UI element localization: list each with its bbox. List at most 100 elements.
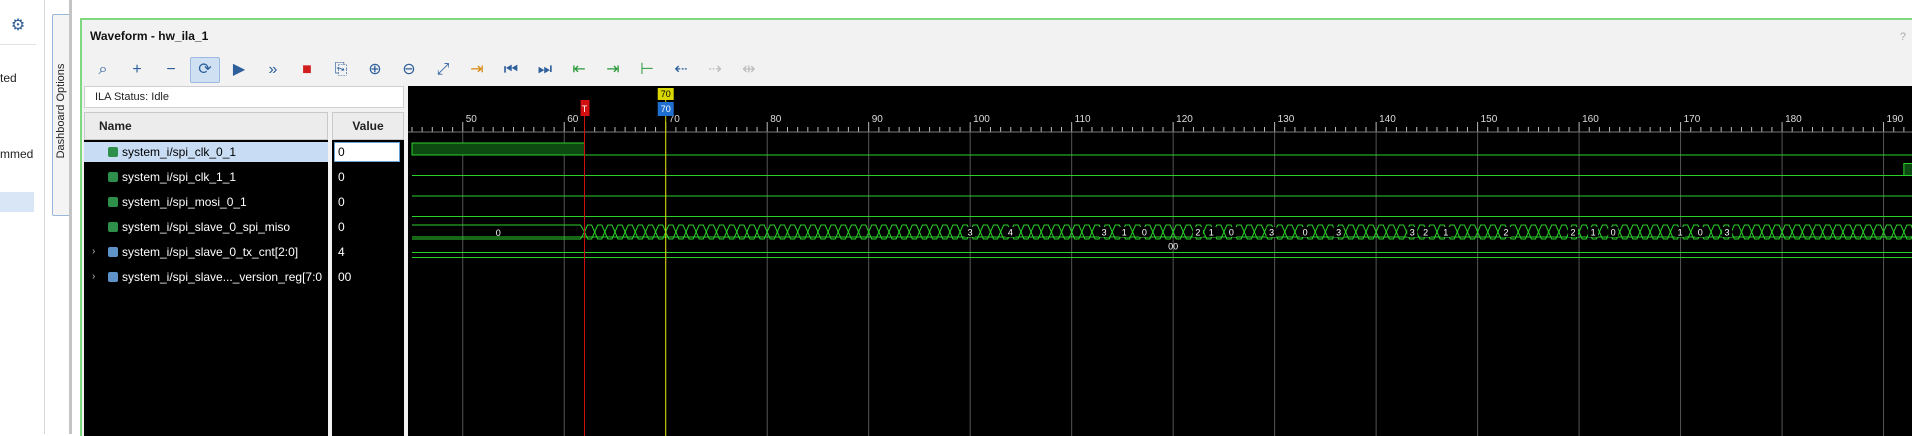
clk-high-segment bbox=[411, 142, 586, 156]
next-transition-button[interactable]: ⇥ bbox=[598, 57, 628, 83]
bus-value-label: 0 bbox=[1303, 228, 1308, 238]
add-button[interactable]: + bbox=[122, 57, 152, 83]
zoom-in-button[interactable]: ⊕ bbox=[360, 57, 390, 83]
bus-value-label: 1 bbox=[1678, 228, 1683, 238]
signal-name: system_i/spi_slave..._version_reg[7:0 bbox=[122, 270, 323, 284]
go-to-start-icon: ⏮ bbox=[503, 61, 519, 78]
auto-retrigger-button[interactable]: ⟳ bbox=[190, 57, 220, 83]
signal-row[interactable]: system_i/spi_clk_0_1 bbox=[84, 142, 328, 162]
signal-value-row[interactable]: 0 bbox=[332, 217, 404, 237]
bus-value-label: 3 bbox=[1725, 228, 1730, 238]
swap-cursors-button: ⇹ bbox=[734, 57, 764, 83]
bus-value-label: 1 bbox=[1443, 228, 1448, 238]
name-column-header[interactable]: Name bbox=[84, 112, 328, 140]
run-immediate-button[interactable]: » bbox=[258, 57, 288, 83]
ruler-tick-label: 100 bbox=[973, 114, 990, 125]
stop-button[interactable]: ■ bbox=[292, 57, 322, 83]
ruler-tick-label: 190 bbox=[1887, 114, 1904, 125]
swap-cursors-icon: ⇹ bbox=[742, 61, 756, 78]
bit-signal-icon bbox=[108, 222, 118, 232]
value-column-header[interactable]: Value bbox=[332, 112, 404, 140]
ruler-tick-label: 50 bbox=[466, 114, 478, 125]
waveform-canvas[interactable]: 50 60 70 80 90 100 110 120 130 140 150 160 170 180 190… bbox=[408, 86, 1912, 436]
next-marker-icon: ⇢ bbox=[708, 61, 722, 78]
divider[interactable] bbox=[69, 0, 72, 434]
signal-value: 00 bbox=[338, 270, 352, 284]
selected-panel-item[interactable] bbox=[0, 192, 34, 212]
signal-value: 0 bbox=[338, 145, 345, 159]
export-icon: ⎘ bbox=[334, 61, 348, 78]
dashboard-options-label: Dashboard Options bbox=[55, 63, 67, 159]
signal-value: 0 bbox=[338, 170, 345, 184]
add-marker-button[interactable]: ⊢ bbox=[632, 57, 662, 83]
previous-transition-button[interactable]: ⇤ bbox=[564, 57, 594, 83]
expand-icon[interactable]: › bbox=[92, 242, 95, 262]
expand-icon[interactable]: › bbox=[92, 267, 95, 287]
bit-signal-icon bbox=[108, 172, 118, 182]
waveform-plot[interactable]: 50 60 70 80 90 100 110 120 130 140 150 160 170 180 190… bbox=[408, 86, 1912, 436]
signal-row[interactable]: system_i/spi_slave_0_spi_miso bbox=[84, 217, 328, 237]
signal-row[interactable]: › system_i/spi_slave..._version_reg[7:0 bbox=[84, 267, 328, 287]
go-to-end-button[interactable]: ⏭ bbox=[530, 57, 560, 83]
bus-value-label: 1 bbox=[1209, 228, 1214, 238]
ruler-tick-label: 80 bbox=[770, 114, 782, 125]
fast-forward-icon: » bbox=[268, 61, 278, 78]
plus-icon: + bbox=[132, 61, 142, 78]
bus-value-label: 00 bbox=[1168, 242, 1178, 252]
signal-value-row[interactable]: 0 bbox=[332, 192, 404, 212]
zoom-out-button[interactable]: ⊖ bbox=[394, 57, 424, 83]
ruler-tick-label: 170 bbox=[1684, 114, 1701, 125]
go-to-cursor-button[interactable]: ⇥ bbox=[462, 57, 492, 83]
go-to-start-button[interactable]: ⏮ bbox=[496, 57, 526, 83]
signal-name: system_i/spi_clk_1_1 bbox=[122, 170, 237, 184]
signal-name: system_i/spi_clk_0_1 bbox=[122, 145, 237, 159]
ruler-tick-label: 160 bbox=[1582, 114, 1599, 125]
previous-marker-button[interactable]: ⇠ bbox=[666, 57, 696, 83]
bus-value-label: 1 bbox=[1122, 228, 1127, 238]
export-button[interactable]: ⎘ bbox=[326, 57, 356, 83]
signal-value-row[interactable]: 4 bbox=[332, 242, 404, 262]
ruler-tick-label: 90 bbox=[872, 114, 884, 125]
run-trigger-button[interactable]: ▶ bbox=[224, 57, 254, 83]
signal-name: system_i/spi_slave_0_spi_miso bbox=[122, 220, 291, 234]
search-icon: ⌕ bbox=[98, 61, 108, 78]
ruler-tick-label: 110 bbox=[1075, 114, 1091, 125]
bus-value-label: 3 bbox=[968, 228, 973, 238]
bit-signal-icon bbox=[108, 147, 118, 157]
bus-value-label: 2 bbox=[1423, 228, 1428, 238]
signal-name-pane: Name system_i/spi_clk_0_1 system_i/spi_cl… bbox=[84, 112, 328, 436]
signal-value: 0 bbox=[338, 195, 345, 209]
signal-row[interactable]: system_i/spi_mosi_0_1 bbox=[84, 192, 328, 212]
bus-value-label: 0 bbox=[1611, 228, 1616, 238]
clk-high-segment bbox=[1903, 163, 1912, 176]
bus-value-label: 3 bbox=[1269, 228, 1274, 238]
signal-row[interactable]: › system_i/spi_slave_0_tx_cnt[2:0] bbox=[84, 242, 328, 262]
panel-item-text[interactable]: mmed bbox=[0, 147, 36, 161]
ruler-tick-label: 60 bbox=[567, 114, 579, 125]
refresh-icon: ⟳ bbox=[198, 61, 212, 78]
ila-status: ILA Status: Idle bbox=[84, 86, 404, 108]
signal-value-row[interactable]: 00 bbox=[332, 267, 404, 287]
help-icon[interactable]: ? bbox=[1900, 31, 1906, 43]
panel-item-text[interactable]: ted bbox=[0, 71, 36, 85]
zoom-in-icon: ⊕ bbox=[368, 61, 382, 78]
signal-row[interactable]: system_i/spi_clk_1_1 bbox=[84, 167, 328, 187]
remove-button[interactable]: − bbox=[156, 57, 186, 83]
bus-value-label: 3 bbox=[1410, 228, 1415, 238]
bus-value-label: 1 bbox=[1591, 228, 1596, 238]
search-button[interactable]: ⌕ bbox=[88, 57, 118, 83]
minus-icon: − bbox=[166, 61, 176, 78]
zoom-fit-button[interactable]: ⤢ bbox=[428, 57, 458, 83]
signal-value-row[interactable]: 0 bbox=[332, 167, 404, 187]
bus-value-label: 2 bbox=[1570, 228, 1575, 238]
signal-value-row[interactable]: 0 bbox=[332, 142, 404, 162]
ruler-tick-label: 150 bbox=[1481, 114, 1498, 125]
waveform-window: Waveform - hw_ila_1 ? ⌕ + − ⟳ ▶ » ■ ⎘ ⊕ ⊖ ⤢ ⇥ ⏮ ⏭ ⇤ ⇥ ⊢ ⇠… bbox=[80, 18, 1912, 436]
ruler-tick-label: 140 bbox=[1379, 114, 1396, 125]
gear-icon[interactable]: ⚙ bbox=[8, 16, 28, 36]
trigger-marker-label: T bbox=[582, 104, 588, 114]
bus-value-label: 2 bbox=[1504, 228, 1509, 238]
bus-value-label: 4 bbox=[1008, 228, 1013, 238]
zoom-out-icon: ⊖ bbox=[402, 61, 416, 78]
ruler-tick-label: 180 bbox=[1785, 114, 1802, 125]
